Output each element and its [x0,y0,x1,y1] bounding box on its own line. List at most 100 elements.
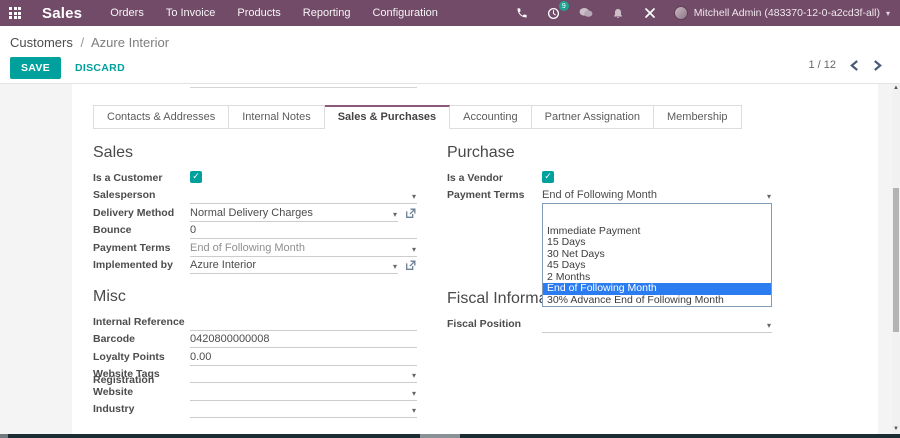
sales-heading: Sales [93,144,134,161]
field-row-purchase-payment-terms: Payment Terms End of Following Month ▾ [447,187,772,204]
field-row-fiscal-position: Fiscal Position ▾ [447,315,772,333]
dropdown-option[interactable]: Immediate Payment [543,226,771,238]
purchase-group: Purchase Is a Vendor ✓ Payment Terms End… [447,144,772,204]
dropdown-caret-icon[interactable]: ▾ [412,406,416,415]
scrollbar-up-arrow[interactable]: ▲ [892,84,900,92]
menu-orders[interactable]: Orders [110,7,144,19]
field-row-salesperson: Salesperson ▾ [93,187,417,204]
phone-icon[interactable] [514,5,530,21]
external-link-icon[interactable] [404,259,417,272]
registration-website-label: Registration Website [93,373,155,398]
taskbar-sliver [0,434,900,438]
fiscal-position-select[interactable]: ▾ [542,318,772,333]
is-customer-checkbox[interactable]: ✓ [190,170,202,183]
messages-icon[interactable] [578,5,594,21]
misc-group: Misc Internal Reference Barcode 04208000… [93,288,417,418]
control-panel: Customers / Azure Interior SAVE DISCARD … [0,26,900,84]
field-row-bounce: Bounce 0 [93,222,417,239]
app-title[interactable]: Sales [42,5,82,22]
check-icon: ✓ [192,171,200,181]
dropdown-caret-icon[interactable]: ▾ [412,389,416,398]
dropdown-caret-icon[interactable]: ▾ [412,192,416,201]
discard-button[interactable]: DISCARD [75,62,125,74]
menu-products[interactable]: Products [237,7,280,19]
pager-next-button[interactable] [873,59,882,71]
menu-reporting[interactable]: Reporting [303,7,351,19]
bounce-input[interactable]: 0 [190,224,417,239]
payment-terms-dropdown: Immediate Payment 15 Days 30 Net Days 45… [542,203,772,307]
loyalty-points-input[interactable]: 0.00 [190,351,417,366]
dropdown-option-blank[interactable] [543,214,771,226]
tab-contacts-addresses[interactable]: Contacts & Addresses [93,105,230,129]
tab-internal-notes[interactable]: Internal Notes [229,105,325,129]
user-avatar [673,6,688,20]
user-name: Mitchell Admin (483370-12-0-a2cd3f-all) [693,7,880,19]
purchase-payment-terms-label: Payment Terms [447,189,525,201]
user-menu[interactable]: Mitchell Admin (483370-12-0-a2cd3f-all) … [673,6,890,20]
internal-reference-label: Internal Reference [93,315,185,328]
registration-website-select[interactable]: ▾ [190,386,417,401]
record-pager: 1 / 12 [808,59,882,71]
implemented-by-input[interactable]: Azure Interior ▾ [190,259,398,274]
dropdown-option-selected[interactable]: End of Following Month [543,283,771,295]
website-tags-input[interactable]: ▾ [190,368,417,383]
tab-membership[interactable]: Membership [654,105,742,129]
field-row-sales-payment-terms: Payment Terms End of Following Month ▾ [93,239,417,257]
dropdown-option[interactable]: 30% Advance End of Following Month [543,295,771,307]
field-row-registration-website: Registration Website ▾ [93,374,417,401]
pager-previous-button[interactable] [850,59,859,71]
loyalty-points-label: Loyalty Points [93,350,165,363]
tools-icon[interactable] [642,5,658,21]
notebook-tabs: Contacts & Addresses Internal Notes Sale… [93,105,742,129]
breadcrumb-customers-link[interactable]: Customers [10,35,73,50]
breadcrumb-separator: / [80,35,85,50]
field-row-is-vendor: Is a Vendor ✓ [447,169,772,187]
salesperson-label: Salesperson [93,189,156,201]
fiscal-position-label: Fiscal Position [447,317,522,330]
menu-to-invoice[interactable]: To Invoice [166,7,216,19]
main-menu: Orders To Invoice Products Reporting Con… [110,7,438,19]
tab-partner-assignation[interactable]: Partner Assignation [531,105,654,129]
check-icon: ✓ [544,171,552,181]
field-row-is-customer: Is a Customer ✓ [93,169,417,187]
apps-menu-button[interactable] [0,0,30,26]
salesperson-input[interactable]: ▾ [190,189,417,204]
dropdown-caret-icon[interactable]: ▾ [393,262,397,271]
dropdown-caret-icon[interactable]: ▾ [393,210,397,219]
barcode-label: Barcode [93,333,136,345]
dropdown-option[interactable]: 30 Net Days [543,249,771,261]
dropdown-option[interactable]: 2 Months [543,272,771,284]
scrollbar-down-arrow[interactable]: ▼ [892,425,900,433]
dropdown-option[interactable]: 15 Days [543,237,771,249]
breadcrumb: Customers / Azure Interior [10,35,169,50]
purchase-payment-terms-select[interactable]: End of Following Month ▾ [542,189,772,204]
is-vendor-checkbox[interactable]: ✓ [542,170,554,183]
tab-accounting[interactable]: Accounting [450,105,532,129]
tab-sales-purchases[interactable]: Sales & Purchases [324,105,451,129]
app-window: Sales Orders To Invoice Products Reporti… [0,0,900,438]
taskbar-segment [420,434,460,438]
menu-configuration[interactable]: Configuration [372,7,437,19]
chevron-right-icon [874,59,882,71]
implemented-by-label: Implemented by [93,259,173,271]
save-button[interactable]: SAVE [10,57,62,79]
bell-icon[interactable] [610,5,626,21]
internal-reference-input[interactable] [190,316,417,331]
external-link-icon[interactable] [404,207,417,220]
activity-clock-icon[interactable]: 9 [546,1,569,21]
sales-payment-terms-select[interactable]: End of Following Month ▾ [190,242,417,257]
scrollbar-thumb[interactable] [893,188,899,332]
dropdown-option[interactable]: 45 Days [543,260,771,272]
delivery-method-label: Delivery Method [93,206,175,219]
dropdown-caret-icon[interactable]: ▾ [767,192,771,201]
industry-input[interactable]: ▾ [190,403,417,418]
pager-count: 1 / 12 [808,59,836,71]
field-row-industry: Industry ▾ [93,401,417,418]
barcode-input[interactable]: 0420800000008 [190,333,417,348]
delivery-method-input[interactable]: Normal Delivery Charges ▾ [190,207,398,222]
dropdown-caret-icon[interactable]: ▾ [767,321,771,330]
is-customer-label: Is a Customer [93,171,163,184]
dropdown-caret-icon[interactable]: ▾ [412,371,416,380]
dropdown-caret-icon[interactable]: ▾ [412,245,416,254]
field-row-internal-reference: Internal Reference [93,313,417,331]
